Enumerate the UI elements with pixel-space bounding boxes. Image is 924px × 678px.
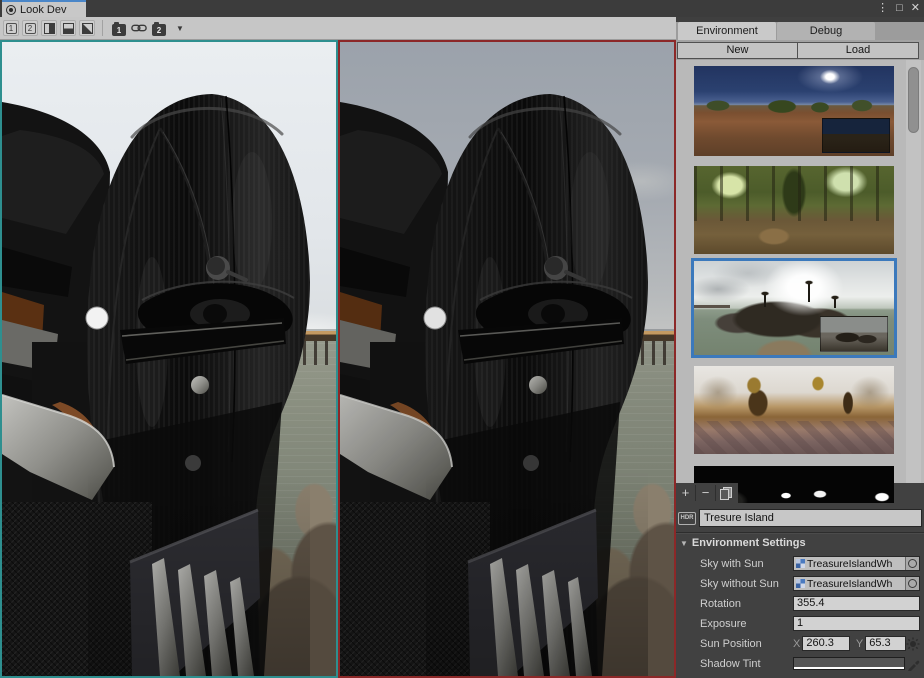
link-cameras-button[interactable]	[131, 20, 147, 36]
duplicate-environment-button[interactable]	[716, 483, 735, 503]
rotation-field[interactable]: 355.4	[793, 596, 920, 611]
exposure-field[interactable]: 1	[793, 616, 920, 631]
sun-position-label: Sun Position	[700, 638, 793, 650]
hdri-library-list	[676, 60, 924, 483]
shadow-tint-swatch[interactable]	[793, 657, 905, 670]
hdri-thumbnail-treasure-island	[694, 261, 894, 355]
hdri-thumbnail-church[interactable]	[694, 366, 894, 454]
viewport-2-scene	[340, 42, 674, 676]
single-view-2-button[interactable]: 2	[22, 20, 38, 36]
chevron-down-icon: ▼	[176, 24, 184, 33]
sky-without-sun-field[interactable]: TreasureIslandWh	[793, 576, 920, 591]
sun-icon[interactable]	[906, 637, 920, 651]
x-axis-label: X	[793, 638, 800, 650]
add-environment-button[interactable]: +	[676, 483, 695, 503]
camera-2-button[interactable]: 2	[150, 20, 168, 36]
y-axis-label: Y	[856, 638, 863, 650]
new-button[interactable]: New	[677, 42, 798, 59]
look-dev-toolbar: 1 2 1 2 ▼	[0, 17, 676, 40]
split-horizontal-icon	[63, 23, 74, 34]
foldout-triangle-icon[interactable]: ▼	[680, 539, 688, 548]
robot-head-render	[2, 42, 336, 676]
exposure-label: Exposure	[700, 618, 793, 630]
hdri-thumbnail-scrubland[interactable]	[694, 66, 894, 156]
texture-icon	[796, 559, 805, 568]
load-button[interactable]: Load	[797, 42, 919, 59]
environment-settings-panel: HDR Tresure Island ▼ Environment Setting…	[676, 483, 924, 678]
tab-environment[interactable]: Environment	[678, 22, 776, 40]
environment-settings-header: Environment Settings	[692, 537, 806, 549]
split-vertical-icon	[44, 23, 55, 34]
hdri-name-field[interactable]: Tresure Island	[699, 509, 922, 527]
viewport-2[interactable]	[338, 40, 676, 678]
hdr-badge: HDR	[678, 512, 696, 525]
toolbar-dropdown-button[interactable]: ▼	[171, 20, 189, 36]
hdri-thumbnail-treasure-island-selected[interactable]	[691, 258, 897, 358]
library-scrollbar-thumb[interactable]	[908, 67, 919, 133]
tab-debug[interactable]: Debug	[777, 22, 875, 40]
window-title: Look Dev	[20, 4, 66, 16]
texture-icon	[796, 579, 805, 588]
sun-position-y-field[interactable]: 65.3	[865, 636, 906, 651]
tab-look-dev[interactable]: Look Dev	[2, 0, 86, 17]
palm-tree-silhouette	[808, 284, 810, 302]
split-diagonal-icon	[82, 23, 93, 34]
camera-1-button[interactable]: 1	[110, 20, 128, 36]
palm-tree-silhouette	[764, 295, 766, 307]
shadow-tint-label: Shadow Tint	[700, 658, 793, 670]
toolbar-separator	[102, 20, 103, 36]
panel-tab-bar: Environment Debug	[676, 17, 924, 40]
sun-position-x-field[interactable]: 260.3	[802, 636, 850, 651]
remove-environment-button[interactable]: −	[696, 483, 715, 503]
maximize-icon[interactable]: □	[896, 0, 903, 17]
viewport-1-scene	[2, 42, 336, 676]
close-icon[interactable]: ✕	[911, 0, 920, 17]
environment-actions: New Load	[676, 40, 924, 60]
hdri-thumbnail-forest[interactable]	[694, 166, 894, 254]
zone-view-button[interactable]	[79, 20, 95, 36]
split-view-button[interactable]	[60, 20, 76, 36]
sky-with-sun-label: Sky with Sun	[700, 558, 793, 570]
look-dev-eye-icon	[6, 5, 16, 15]
pier-silhouette	[694, 305, 730, 308]
eyedropper-icon[interactable]	[907, 657, 920, 671]
separator	[676, 532, 924, 533]
hdri-inset-preview	[822, 118, 890, 153]
hdri-inset-preview	[820, 316, 888, 353]
side-by-side-button[interactable]	[41, 20, 57, 36]
rotation-label: Rotation	[700, 598, 793, 610]
camera-2-icon: 2	[152, 24, 166, 36]
robot-head-render	[340, 42, 674, 676]
sky-without-sun-label: Sky without Sun	[700, 578, 793, 590]
library-toolbar: + −	[676, 483, 738, 503]
sky-with-sun-field[interactable]: TreasureIslandWh	[793, 556, 920, 571]
camera-1-icon: 1	[112, 24, 126, 36]
title-bar: Look Dev ⋮ □ ✕	[0, 0, 924, 17]
object-picker-icon[interactable]	[905, 556, 919, 571]
object-picker-icon[interactable]	[905, 576, 919, 591]
viewport-1[interactable]	[0, 40, 338, 678]
kebab-menu-icon[interactable]: ⋮	[877, 0, 888, 17]
palm-tree-silhouette	[834, 299, 836, 308]
link-icon	[131, 23, 147, 33]
single-view-1-button[interactable]: 1	[3, 20, 19, 36]
